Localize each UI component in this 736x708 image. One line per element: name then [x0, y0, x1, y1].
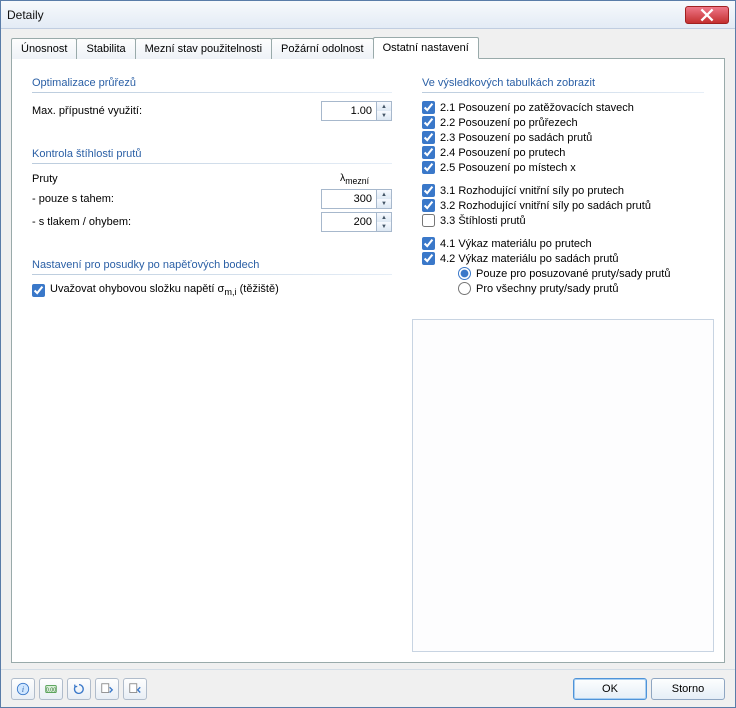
chk-22[interactable] — [422, 116, 435, 129]
spin-up[interactable]: ▲ — [377, 102, 391, 111]
max-utilization-input[interactable] — [322, 102, 376, 120]
chk-21-label: 2.1 Posouzení po zatěžovacích stavech — [440, 102, 634, 114]
window-title: Detaily — [7, 8, 685, 22]
slenderness-col2: λmezní — [317, 172, 392, 186]
chk-23-label: 2.3 Posouzení po sadách prutů — [440, 132, 592, 144]
right-column: Ve výsledkových tabulkách zobrazit 2.1 P… — [412, 69, 714, 652]
tab-capacity[interactable]: Únosnost — [11, 38, 77, 59]
chk-42-label: 4.2 Výkaz materiálu po sadách prutů — [440, 253, 619, 265]
tab-other-settings[interactable]: Ostatní nastavení — [373, 37, 479, 59]
tab-fire[interactable]: Požární odolnost — [271, 38, 374, 59]
tab-stability[interactable]: Stabilita — [76, 38, 135, 59]
help-icon: i — [16, 682, 30, 696]
chk-32[interactable] — [422, 199, 435, 212]
group-slenderness: Kontrola štíhlosti prutů Pruty λmezní - … — [22, 140, 402, 245]
tension-only-label: - pouze s tahem: — [32, 193, 321, 205]
chk-42[interactable] — [422, 252, 435, 265]
compression-bending-input[interactable] — [322, 213, 376, 231]
titlebar: Detaily — [1, 1, 735, 29]
chk-21[interactable] — [422, 101, 435, 114]
tension-only-input[interactable] — [322, 190, 376, 208]
group-slenderness-title: Kontrola štíhlosti prutů — [32, 148, 392, 164]
tension-only-spinner[interactable]: ▲ ▼ — [321, 189, 392, 209]
svg-text:i: i — [22, 685, 24, 694]
reset-button[interactable] — [67, 678, 91, 700]
save-default-button[interactable] — [123, 678, 147, 700]
spin-down[interactable]: ▼ — [377, 111, 391, 120]
chk-24[interactable] — [422, 146, 435, 159]
radio-only-designed[interactable] — [458, 267, 471, 280]
reset-icon — [72, 682, 86, 696]
max-utilization-spinner[interactable]: ▲ ▼ — [321, 101, 392, 121]
svg-text:0.00: 0.00 — [46, 687, 56, 693]
save-default-icon — [128, 682, 142, 696]
help-button[interactable]: i — [11, 678, 35, 700]
group-result-tables: Ve výsledkových tabulkách zobrazit 2.1 P… — [412, 69, 714, 307]
chk-24-label: 2.4 Posouzení po prutech — [440, 147, 565, 159]
chk-33[interactable] — [422, 214, 435, 227]
chk-41-label: 4.1 Výkaz materiálu po prutech — [440, 238, 592, 250]
spin-up[interactable]: ▲ — [377, 213, 391, 222]
chk-31-label: 3.1 Rozhodující vnitřní síly po prutech — [440, 185, 624, 197]
chk-41[interactable] — [422, 237, 435, 250]
compression-bending-spinner[interactable]: ▲ ▼ — [321, 212, 392, 232]
load-default-icon — [100, 682, 114, 696]
units-button[interactable]: 0.00 — [39, 678, 63, 700]
compression-bending-label: - s tlakem / ohybem: — [32, 216, 321, 228]
radio-all-members[interactable] — [458, 282, 471, 295]
chk-25[interactable] — [422, 161, 435, 174]
footer: i 0.00 OK Storno — [1, 669, 735, 707]
radio-all-members-label: Pro všechny pruty/sady prutů — [476, 283, 618, 295]
group-stress-title: Nastavení pro posudky po napěťových bode… — [32, 259, 392, 275]
chk-25-label: 2.5 Posouzení po místech x — [440, 162, 576, 174]
dialog-window: Detaily Únosnost Stabilita Mezní stav po… — [0, 0, 736, 708]
tab-serviceability[interactable]: Mezní stav použitelnosti — [135, 38, 272, 59]
radio-only-designed-label: Pouze pro posuzované pruty/sady prutů — [476, 268, 670, 280]
close-icon — [700, 8, 714, 22]
chk-33-label: 3.3 Štíhlosti prutů — [440, 215, 526, 227]
consider-bending-stress-label: Uvažovat ohybovou složku napětí σm,i (tě… — [50, 283, 279, 297]
group-stress-settings: Nastavení pro posudky po napěťových bode… — [22, 251, 402, 309]
dialog-body: Únosnost Stabilita Mezní stav použitelno… — [1, 29, 735, 669]
tabstrip: Únosnost Stabilita Mezní stav použitelno… — [11, 37, 725, 59]
group-optimization-title: Optimalizace průřezů — [32, 77, 392, 93]
ok-button[interactable]: OK — [573, 678, 647, 700]
spin-down[interactable]: ▼ — [377, 222, 391, 231]
left-column: Optimalizace průřezů Max. přípustné využ… — [22, 69, 402, 652]
max-utilization-label: Max. přípustné využití: — [32, 105, 321, 117]
consider-bending-stress-checkbox[interactable] — [32, 284, 45, 297]
load-default-button[interactable] — [95, 678, 119, 700]
tab-panel: Optimalizace průřezů Max. přípustné využ… — [11, 58, 725, 663]
slenderness-col1: Pruty — [32, 173, 317, 185]
close-button[interactable] — [685, 6, 729, 24]
units-icon: 0.00 — [44, 682, 58, 696]
group-result-tables-title: Ve výsledkových tabulkách zobrazit — [422, 77, 704, 93]
chk-32-label: 3.2 Rozhodující vnitřní síly po sadách p… — [440, 200, 651, 212]
group-optimization: Optimalizace průřezů Max. přípustné využ… — [22, 69, 402, 134]
chk-31[interactable] — [422, 184, 435, 197]
cancel-button[interactable]: Storno — [651, 678, 725, 700]
spin-down[interactable]: ▼ — [377, 199, 391, 208]
preview-area — [412, 319, 714, 652]
chk-22-label: 2.2 Posouzení po průřezech — [440, 117, 578, 129]
spin-up[interactable]: ▲ — [377, 190, 391, 199]
chk-23[interactable] — [422, 131, 435, 144]
